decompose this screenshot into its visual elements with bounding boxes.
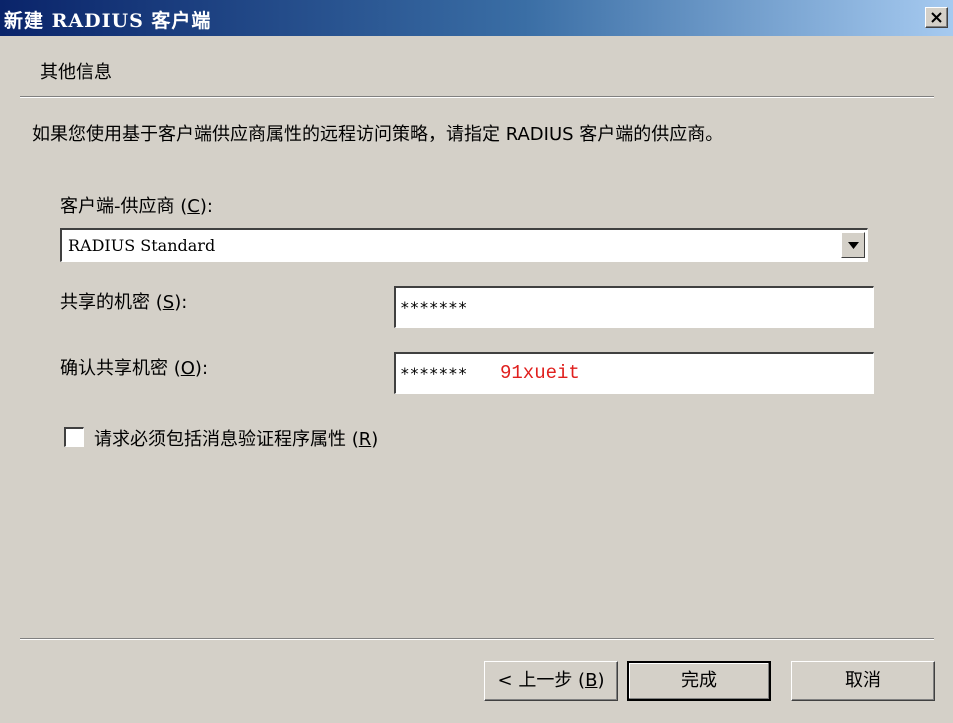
confirm-secret-label: 确认共享机密 (O):	[60, 358, 209, 379]
chevron-down-icon	[848, 242, 859, 249]
finish-button[interactable]: 完成	[627, 661, 771, 701]
confirm-secret-input[interactable]: ******* 91xueit	[394, 352, 874, 394]
vendor-dropdown-button[interactable]	[841, 232, 865, 258]
message-auth-checkbox[interactable]	[64, 427, 84, 447]
message-auth-label[interactable]: 请求必须包括消息验证程序属性 (R)	[94, 425, 378, 451]
shared-secret-label: 共享的机密 (S):	[60, 292, 188, 313]
footer-divider	[20, 638, 934, 640]
section-title: 其他信息	[40, 62, 112, 83]
back-hotkey: B	[585, 670, 598, 691]
confirm-secret-value: *******	[400, 364, 468, 383]
confirm-secret-hotkey: O	[180, 358, 195, 379]
title-bar[interactable]: 新建 RADIUS 客户端	[0, 0, 953, 36]
description-text: 如果您使用基于客户端供应商属性的远程访问策略，请指定 RADIUS 客户端的供应…	[32, 124, 724, 145]
vendor-select-value: RADIUS Standard	[68, 236, 216, 255]
header-divider	[20, 96, 934, 98]
shared-secret-input[interactable]: *******	[394, 286, 874, 328]
close-icon	[931, 12, 942, 23]
shared-secret-hotkey: S	[162, 292, 175, 313]
vendor-select[interactable]: RADIUS Standard	[60, 228, 868, 262]
close-button[interactable]	[925, 7, 948, 28]
cancel-button[interactable]: 取消	[791, 661, 935, 701]
vendor-hotkey: C	[187, 196, 200, 217]
message-auth-hotkey: R	[358, 429, 372, 450]
shared-secret-value: *******	[400, 298, 468, 317]
back-button[interactable]: < 上一步 (B)	[484, 661, 618, 701]
window-title: 新建 RADIUS 客户端	[4, 10, 212, 32]
vendor-label: 客户端-供应商 (C):	[60, 196, 213, 217]
watermark-text: 91xueit	[500, 362, 580, 384]
